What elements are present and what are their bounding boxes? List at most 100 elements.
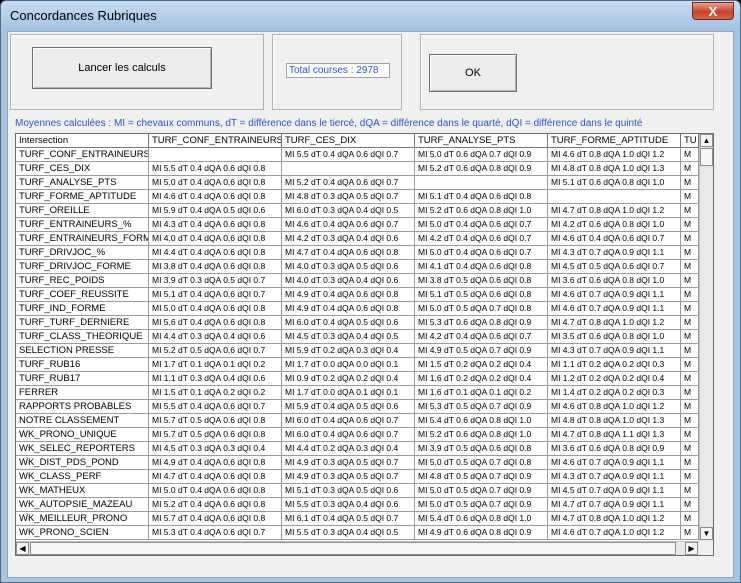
grid-cell[interactable]: MI 4.6 dT 0.4 dQA 0.6 dQI 0.7 <box>282 218 415 232</box>
grid-cell[interactable]: MI 4.6 dT 0.7 dQA 0.9 dQI 1.1 <box>548 456 681 470</box>
grid-cell[interactable]: M <box>681 204 699 218</box>
grid-cell[interactable]: M <box>681 246 699 260</box>
table-row[interactable]: WK_SELEC_REPORTERS MI 4.5 dT 0.3 dQA 0.3 … <box>16 442 713 456</box>
table-row[interactable]: WK_DIST_PDS_POND MI 4.9 dT 0.4 dQA 0.6 dQ… <box>16 456 713 470</box>
grid-cell[interactable]: MI 5.2 dT 0.6 dQA 0.8 dQI 1.0 <box>415 428 548 442</box>
scroll-up-button[interactable]: ▲ <box>700 134 713 147</box>
grid-cell[interactable]: MI 3.6 dT 0.6 dQA 0.8 dQI 1.0 <box>548 274 681 288</box>
row-label-cell[interactable]: SELECTION PRESSE <box>16 344 149 358</box>
grid-cell[interactable]: MI 4.9 dT 0.4 dQA 0.6 dQI 0.8 <box>149 456 282 470</box>
grid-cell[interactable]: MI 4.3 dT 0.4 dQA 0.6 dQI 0.8 <box>149 218 282 232</box>
row-label-cell[interactable]: TURF_ENTRAINEURS_FORM <box>16 232 149 246</box>
grid-cell[interactable]: MI 1.1 dT 0.3 dQA 0.4 dQI 0.6 <box>149 372 282 386</box>
grid-cell[interactable]: MI 5.2 dT 0.5 dQA 0.6 dQI 0.7 <box>149 344 282 358</box>
grid-header-cell[interactable]: Intersection <box>16 134 149 148</box>
grid-header-cell[interactable]: TURF_ANALYSE_PTS <box>415 134 548 148</box>
grid-cell[interactable]: MI 4.6 dT 0.8 dQA 1.0 dQI 1.2 <box>548 400 681 414</box>
grid-cell[interactable]: MI 1.5 dT 0.2 dQA 0.2 dQI 0.4 <box>415 358 548 372</box>
grid-cell[interactable]: MI 4.9 dT 0.3 dQA 0.5 dQI 0.7 <box>282 470 415 484</box>
grid-cell[interactable]: MI 0.9 dT 0.2 dQA 0.2 dQI 0.4 <box>282 372 415 386</box>
grid-cell[interactable]: MI 3.8 dT 0.4 dQA 0.6 dQI 0.8 <box>149 260 282 274</box>
grid-cell[interactable]: MI 5.0 dT 0.4 dQA 0.6 dQI 0.8 <box>149 302 282 316</box>
grid-cell[interactable]: MI 4.4 dT 0.3 dQA 0.4 dQI 0.6 <box>149 330 282 344</box>
grid-cell[interactable]: M <box>681 302 699 316</box>
grid-cell[interactable]: MI 4.6 dT 0.7 dQA 1.0 dQI 1.2 <box>548 526 681 540</box>
grid-cell[interactable]: MI 4.4 dT 0.4 dQA 0.6 dQI 0.8 <box>149 246 282 260</box>
grid-cell[interactable]: MI 5.7 dT 0.4 dQA 0.6 dQI 0.8 <box>149 512 282 526</box>
table-row[interactable]: SELECTION PRESSE MI 5.2 dT 0.5 dQA 0.6 dQ… <box>16 344 713 358</box>
grid-cell[interactable]: MI 5.2 dT 0.6 dQA 0.8 dQI 1.0 <box>415 204 548 218</box>
grid-cell[interactable]: MI 5.2 dT 0.4 dQA 0.6 dQI 0.7 <box>282 176 415 190</box>
grid-cell[interactable]: M <box>681 358 699 372</box>
grid-cell[interactable] <box>548 190 681 204</box>
grid-cell[interactable]: M <box>681 386 699 400</box>
table-row[interactable]: TURF_ENTRAINEURS_% MI 4.3 dT 0.4 dQA 0.6 … <box>16 218 713 232</box>
grid-cell[interactable]: MI 4.5 dT 0.7 dQA 0.9 dQI 1.1 <box>548 484 681 498</box>
row-label-cell[interactable]: TURF_ENTRAINEURS_% <box>16 218 149 232</box>
grid-cell[interactable]: MI 5.0 dT 0.4 dQA 0.6 dQI 0.8 <box>149 176 282 190</box>
grid-cell[interactable]: MI 4.9 dT 0.6 dQA 0.8 dQI 0.9 <box>415 526 548 540</box>
row-label-cell[interactable]: TURF_DRIVJOC_FORME <box>16 260 149 274</box>
table-row[interactable]: TURF_CONF_ENTRAINEURS MI 5.5 dT 0.4 dQA 0… <box>16 148 713 162</box>
grid-cell[interactable]: MI 5.0 dT 0.5 dQA 0.7 dQI 0.9 <box>415 484 548 498</box>
grid-cell[interactable]: M <box>681 176 699 190</box>
grid-cell[interactable]: MI 5.1 dT 0.4 dQA 0.6 dQI 0.7 <box>149 288 282 302</box>
table-row[interactable]: WK_PRONO_SCIEN MI 5.3 dT 0.4 dQA 0.6 dQI … <box>16 526 713 540</box>
table-row[interactable]: WK_MATHEUX MI 5.0 dT 0.4 dQA 0.6 dQI 0.8 M… <box>16 484 713 498</box>
grid-cell[interactable]: MI 4.3 dT 0.7 dQA 0.9 dQI 1.1 <box>548 470 681 484</box>
row-label-cell[interactable]: TURF_OREILLE <box>16 204 149 218</box>
grid-cell[interactable]: MI 4.0 dT 0.3 dQA 0.5 dQI 0.6 <box>282 260 415 274</box>
table-row[interactable]: TURF_CES_DIX MI 5.5 dT 0.4 dQA 0.6 dQI 0.… <box>16 162 713 176</box>
grid-cell[interactable]: MI 5.1 dT 0.3 dQA 0.5 dQI 0.6 <box>282 484 415 498</box>
table-row[interactable]: TURF_IND_FORME MI 5.0 dT 0.4 dQA 0.6 dQI … <box>16 302 713 316</box>
compute-button[interactable]: Lancer les calculs <box>32 47 212 89</box>
grid-cell[interactable]: MI 4.8 dT 0.8 dQA 1.0 dQI 1.3 <box>548 162 681 176</box>
grid-cell[interactable]: MI 5.9 dT 0.4 dQA 0.5 dQI 0.6 <box>282 400 415 414</box>
grid-cell[interactable]: MI 5.1 dT 0.6 dQA 0.8 dQI 1.0 <box>548 176 681 190</box>
grid-cell[interactable]: MI 4.7 dT 0.7 dQA 0.9 dQI 1.1 <box>548 498 681 512</box>
row-label-cell[interactable]: WK_PRONO_SCIEN <box>16 526 149 540</box>
grid-cell[interactable]: MI 4.6 dT 0.7 dQA 0.9 dQI 1.1 <box>548 302 681 316</box>
grid-cell[interactable]: MI 4.8 dT 0.3 dQA 0.5 dQI 0.7 <box>282 190 415 204</box>
grid-cell[interactable]: MI 3.9 dT 0.5 dQA 0.6 dQI 0.8 <box>415 442 548 456</box>
table-row[interactable]: TURF_DRIVJOC_% MI 4.4 dT 0.4 dQA 0.6 dQI … <box>16 246 713 260</box>
grid-cell[interactable]: MI 5.0 dT 0.5 dQA 0.7 dQI 0.8 <box>415 302 548 316</box>
grid-cell[interactable]: M <box>681 512 699 526</box>
grid-cell[interactable]: MI 5.4 dT 0.6 dQA 0.8 dQI 1.0 <box>415 414 548 428</box>
grid-cell[interactable]: MI 5.5 dT 0.4 dQA 0.6 dQI 0.8 <box>149 162 282 176</box>
ok-button[interactable]: OK <box>429 54 517 92</box>
grid-cell[interactable]: MI 6.1 dT 0.4 dQA 0.5 dQI 0.7 <box>282 512 415 526</box>
grid-cell[interactable]: MI 4.8 dT 0.8 dQA 1.0 dQI 1.3 <box>548 414 681 428</box>
row-label-cell[interactable]: TURF_CES_DIX <box>16 162 149 176</box>
table-row[interactable]: FERRER MI 1.5 dT 0.1 dQA 0.2 dQI 0.2 MI 1.… <box>16 386 713 400</box>
grid-cell[interactable]: MI 6.0 dT 0.4 dQA 0.6 dQI 0.7 <box>282 414 415 428</box>
grid-cell[interactable]: MI 5.1 dT 0.4 dQA 0.6 dQI 0.8 <box>415 190 548 204</box>
row-label-cell[interactable]: TURF_FORME_APTITUDE <box>16 190 149 204</box>
grid-cell[interactable] <box>415 176 548 190</box>
grid-cell[interactable]: MI 1.6 dT 0.1 dQA 0.1 dQI 0.2 <box>415 386 548 400</box>
row-label-cell[interactable]: NOTRE CLASSEMENT <box>16 414 149 428</box>
grid-cell[interactable]: M <box>681 274 699 288</box>
row-label-cell[interactable]: TURF_RUB17 <box>16 372 149 386</box>
grid-cell[interactable]: M <box>681 428 699 442</box>
grid-cell[interactable]: MI 5.5 dT 0.4 dQA 0.6 dQI 0.7 <box>282 148 415 162</box>
grid-cell[interactable]: MI 5.7 dT 0.5 dQA 0.6 dQI 0.8 <box>149 428 282 442</box>
grid-cell[interactable]: MI 5.9 dT 0.4 dQA 0.5 dQI 0.6 <box>149 204 282 218</box>
grid-cell[interactable]: MI 6.0 dT 0.3 dQA 0.4 dQI 0.5 <box>282 204 415 218</box>
grid-cell[interactable]: MI 5.7 dT 0.5 dQA 0.6 dQI 0.8 <box>149 414 282 428</box>
table-row[interactable]: NOTRE CLASSEMENT MI 5.7 dT 0.5 dQA 0.6 dQ… <box>16 414 713 428</box>
grid-cell[interactable]: MI 5.3 dT 0.6 dQA 0.8 dQI 0.9 <box>415 316 548 330</box>
grid-cell[interactable]: MI 1.7 dT 0.0 dQA 0.1 dQI 0.1 <box>282 386 415 400</box>
scroll-right-button[interactable]: ▶ <box>685 542 698 555</box>
close-button[interactable]: X <box>692 2 734 20</box>
table-row[interactable]: WK_AUTOPSIE_MAZEAU MI 5.2 dT 0.4 dQA 0.6 … <box>16 498 713 512</box>
grid-cell[interactable]: MI 4.7 dT 0.4 dQA 0.6 dQI 0.8 <box>149 470 282 484</box>
grid-cell[interactable]: MI 4.0 dT 0.3 dQA 0.4 dQI 0.6 <box>282 274 415 288</box>
table-row[interactable]: WK_CLASS_PERF MI 4.7 dT 0.4 dQA 0.6 dQI 0… <box>16 470 713 484</box>
grid-cell[interactable]: MI 4.8 dT 0.5 dQA 0.7 dQI 0.9 <box>415 470 548 484</box>
grid-header-cell[interactable]: TU <box>681 134 699 148</box>
grid-cell[interactable]: MI 4.4 dT 0.2 dQA 0.3 dQI 0.4 <box>282 442 415 456</box>
grid-cell[interactable]: MI 5.1 dT 0.5 dQA 0.6 dQI 0.8 <box>415 288 548 302</box>
grid-cell[interactable]: MI 5.4 dT 0.6 dQA 0.8 dQI 1.0 <box>415 512 548 526</box>
grid-cell[interactable]: MI 5.5 dT 0.3 dQA 0.4 dQI 0.5 <box>282 526 415 540</box>
